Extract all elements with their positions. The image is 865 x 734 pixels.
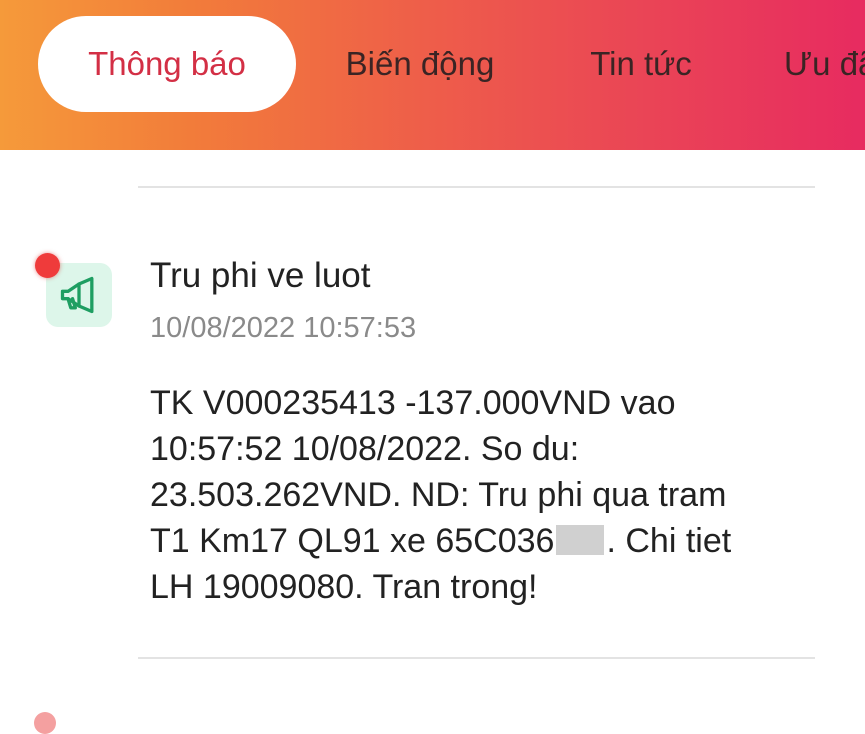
tab-bar: Thông báo Biến động Tin tức Ưu đã [0, 0, 865, 150]
body-line: TK V000235413 -137.000VND vao [150, 384, 676, 422]
redaction-block [556, 525, 605, 555]
tab-tin-tuc[interactable]: Tin tức [575, 16, 707, 112]
body-line: LH 19009080. Tran trong! [150, 568, 538, 606]
body-line-suffix: . Chi tiet [606, 522, 732, 560]
body-line: 10:57:52 10/08/2022. So du: [150, 430, 580, 468]
notification-title: Tru phi ve luot [150, 256, 371, 295]
next-item-unread-dot [34, 712, 56, 734]
tab-thong-bao[interactable]: Thông báo [38, 16, 296, 112]
notification-time: 10/08/2022 10:57:53 [150, 312, 417, 344]
plate-prefix: T1 Km17 QL91 xe 65C036 [150, 522, 555, 560]
notification-body: TK V000235413 -137.000VND vao 10:57:52 1… [150, 380, 840, 610]
tab-bien-dong[interactable]: Biến động [332, 16, 508, 112]
divider-bottom [138, 657, 815, 659]
body-line: 23.503.262VND. ND: Tru phi qua tram [150, 476, 727, 514]
unread-dot [35, 253, 60, 278]
tab-uu-dai[interactable]: Ưu đã [770, 16, 865, 112]
body-line: T1 Km17 QL91 xe 65C036 . Chi tiet [150, 518, 840, 564]
divider-top [138, 186, 815, 188]
megaphone-icon [60, 276, 94, 314]
